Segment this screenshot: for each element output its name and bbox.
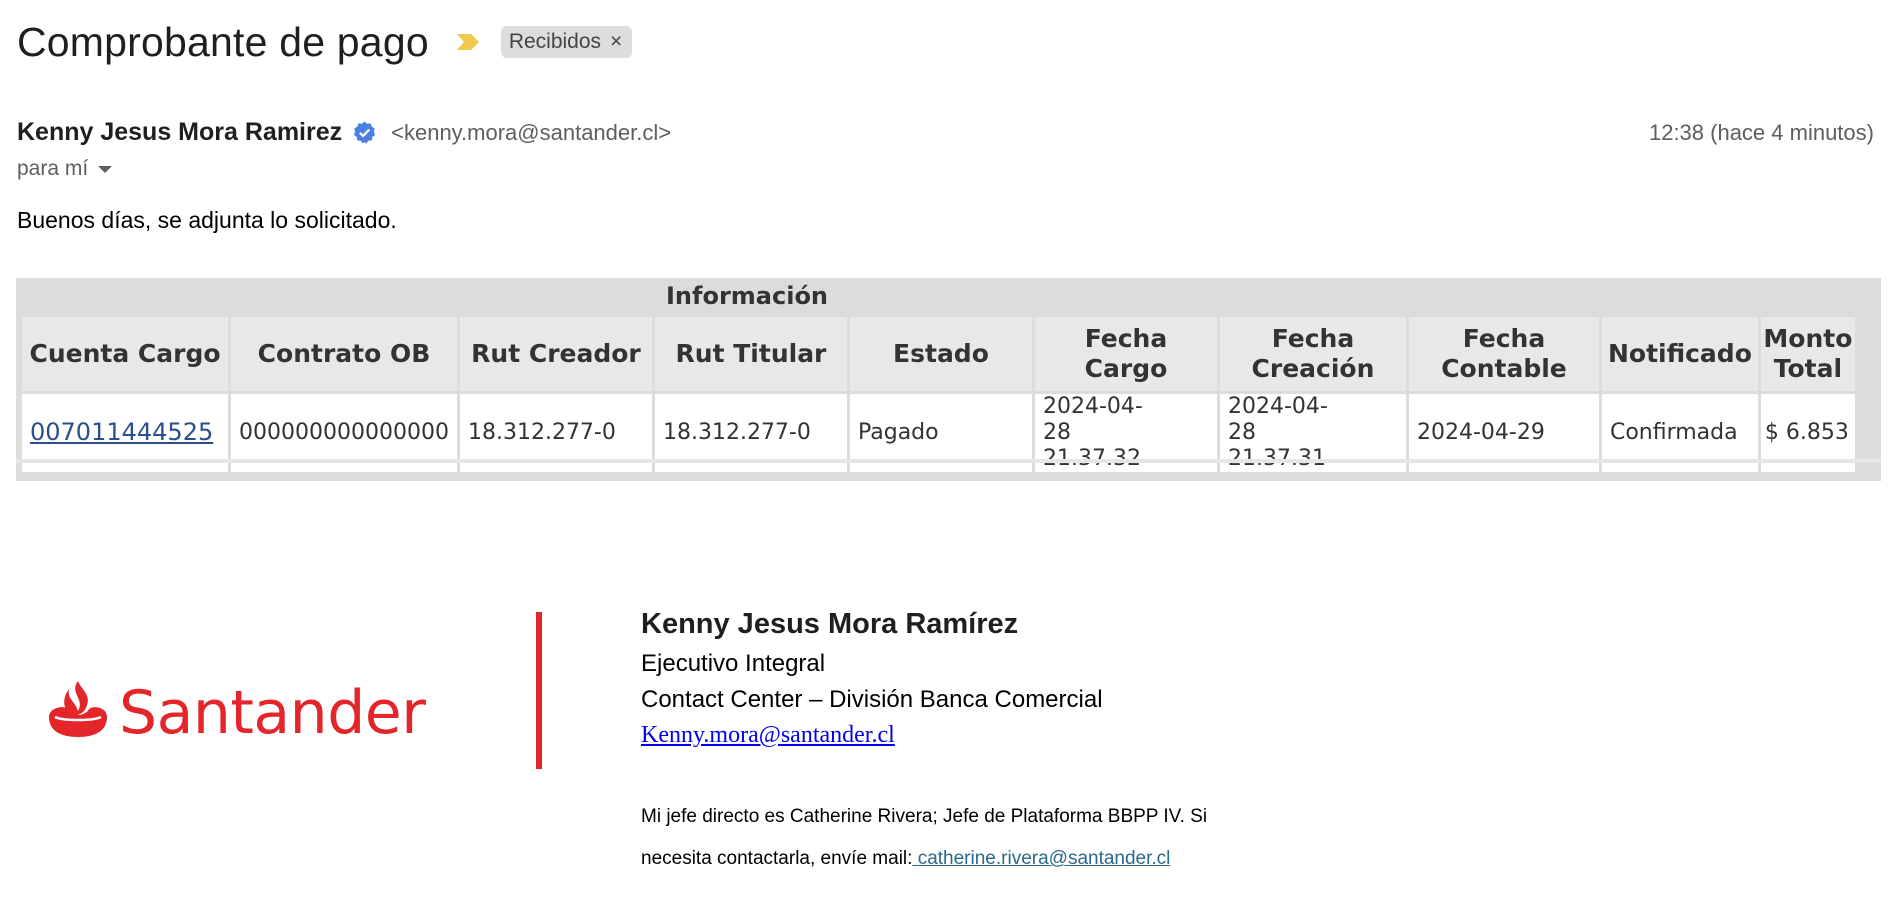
email-timestamp: 12:38 (hace 4 minutos) [1648,120,1874,145]
column-header: Cuenta Cargo [22,317,228,391]
info-table: Cuenta Cargo Contrato OB Rut Creador Rut… [19,314,1858,475]
column-header: Fecha Contable [1408,317,1599,391]
column-header: Rut Creador [459,317,652,391]
label-chip-text: Recibidos [508,30,602,53]
signature-note: Mi jefe directo es Catherine Rivera; Jef… [641,796,1281,880]
email-greeting: Buenos días, se adjunta lo solicitado. [17,207,397,233]
subject-row: Comprobante de pago Recibidos × [17,14,633,70]
column-header: Estado [849,317,1032,391]
signature-role: Ejecutivo Integral [641,650,826,677]
remove-label-button[interactable]: × [610,30,622,54]
santander-logo: Santander [45,678,426,748]
account-link[interactable]: 007011444525 [30,418,213,446]
recipient-label: para mí [17,157,89,180]
verified-badge-icon [352,120,377,145]
signature-details: Kenny Jesus Mora Ramírez Ejecutivo Integ… [641,608,1103,749]
chevron-down-icon[interactable] [98,165,113,173]
sender-email: <kenny.mora@santander.cl> [391,119,672,145]
santander-flame-icon [45,679,111,748]
signature-department: Contact Center – División Banca Comercia… [641,686,1103,713]
signature-name: Kenny Jesus Mora Ramírez [641,608,1019,640]
recipient-details-toggle[interactable]: para mí [17,157,113,181]
email-subject: Comprobante de pago [17,18,429,65]
table-header-row: Cuenta Cargo Contrato OB Rut Creador Rut… [22,317,1855,391]
signature-divider [536,612,542,769]
label-chip-inbox[interactable]: Recibidos × [500,26,633,58]
info-table-title: Información [666,282,829,310]
table-divider [16,459,1881,463]
santander-wordmark: Santander [119,678,426,748]
column-header: Fecha Cargo [1034,317,1217,391]
importance-marker-icon[interactable] [455,31,481,53]
column-header: Fecha Creación [1219,317,1406,391]
column-header: Contrato OB [231,317,457,391]
column-header: Rut Titular [654,317,847,391]
email-signature: Santander Kenny Jesus Mora Ramírez Ejecu… [0,600,1896,900]
info-table-container: Información Cuenta Cargo Contrato OB Rut… [16,278,1881,481]
column-header: Notificado [1601,317,1758,391]
column-header: Monto Total [1760,317,1855,391]
signature-email-link[interactable]: Kenny.mora@santander.cl [641,722,895,748]
boss-email-link[interactable]: catherine.rivera@santander.cl [912,848,1171,869]
sender-name[interactable]: Kenny Jesus Mora Ramirez [17,118,342,147]
sender-row: Kenny Jesus Mora Ramirez <kenny.mora@san… [17,118,671,147]
